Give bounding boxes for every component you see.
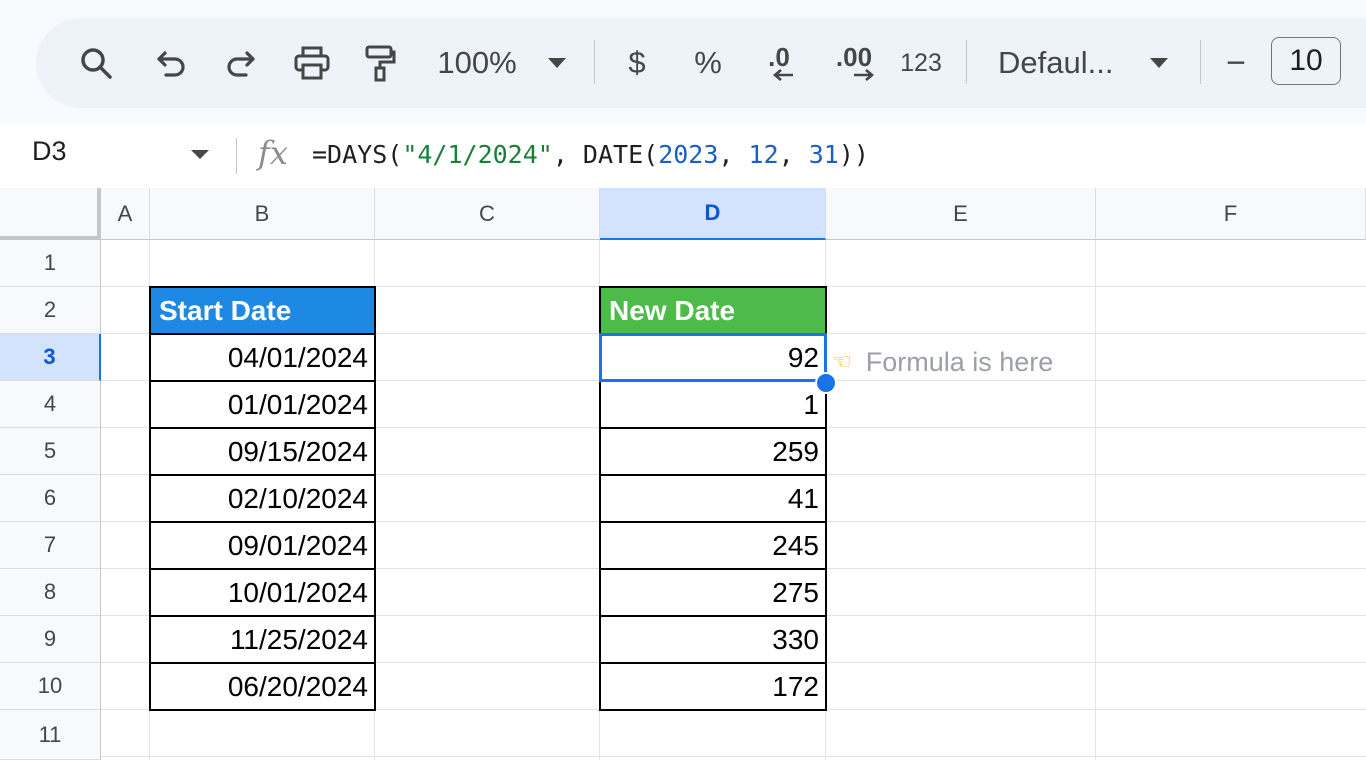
start-date-cell[interactable]: 02/10/2024 (149, 474, 376, 523)
new-date-cell[interactable]: 172 (599, 662, 827, 711)
formula-part: 31 (808, 140, 839, 169)
function-icon: fx (258, 134, 288, 172)
decrease-decimal-label: .0 (768, 42, 790, 72)
new-date-cell[interactable]: 259 (599, 427, 827, 476)
percent-format-button[interactable]: % (690, 36, 726, 90)
start-date-cell[interactable]: 11/25/2024 (149, 615, 376, 664)
new-date-cell[interactable]: 1 (599, 380, 827, 429)
start-date-header[interactable]: Start Date (149, 286, 376, 335)
paint-format-icon[interactable] (358, 36, 402, 90)
start-date-cell[interactable]: 09/15/2024 (149, 427, 376, 476)
formula-part: , DATE( (552, 140, 659, 169)
gridline (1095, 240, 1096, 760)
chevron-down-icon[interactable] (544, 36, 570, 90)
row-header-4[interactable]: 4 (0, 381, 101, 428)
formula-part: , (718, 140, 749, 169)
font-select[interactable]: Defaul... (998, 36, 1120, 90)
new-date-cell[interactable]: 330 (599, 615, 827, 664)
toolbar-divider (966, 40, 967, 84)
column-header-d[interactable]: D (600, 188, 826, 240)
start-date-cell[interactable]: 04/01/2024 (149, 333, 376, 382)
annotation-note: ☜ Formula is here (832, 344, 1053, 380)
select-all-corner[interactable] (0, 188, 101, 240)
arrow-right-icon (854, 69, 874, 81)
arrow-left-icon (773, 69, 793, 81)
new-date-cell[interactable]: 41 (599, 474, 827, 523)
formula-input[interactable]: =DAYS("4/1/2024", DATE(2023, 12, 31)) (312, 140, 869, 169)
search-icon[interactable] (74, 36, 118, 90)
increase-decimal-label: .00 (835, 42, 873, 72)
formula-bar-divider (236, 138, 237, 174)
column-header-f[interactable]: F (1096, 188, 1366, 240)
row-header-3[interactable]: 3 (0, 334, 101, 381)
formula-part: 2023 (658, 140, 719, 169)
start-date-cell[interactable]: 09/01/2024 (149, 521, 376, 570)
formula-part: "4/1/2024" (402, 140, 553, 169)
gridline (101, 756, 1366, 757)
row-header-11[interactable]: 11 (0, 710, 101, 760)
print-icon[interactable] (288, 36, 336, 90)
undo-icon[interactable] (150, 36, 194, 90)
annotation-text: Formula is here (865, 346, 1054, 377)
name-box[interactable]: D3 (32, 136, 67, 167)
decrease-decimal-button[interactable]: .0 (754, 36, 804, 90)
row-header-6[interactable]: 6 (0, 475, 101, 522)
zoom-select[interactable]: 100% (432, 36, 522, 90)
row-header-5[interactable]: 5 (0, 428, 101, 475)
start-date-cell[interactable]: 06/20/2024 (149, 662, 376, 711)
chevron-down-icon[interactable] (191, 150, 209, 159)
font-size-input[interactable]: 10 (1271, 37, 1341, 85)
row-header-10[interactable]: 10 (0, 663, 101, 710)
pointing-hand-icon: ☜ (832, 349, 852, 374)
increase-decimal-button[interactable]: .00 (826, 36, 882, 90)
column-header-b[interactable]: B (150, 188, 375, 240)
formula-part: )) (838, 140, 869, 169)
chevron-down-icon[interactable] (1146, 36, 1172, 90)
row-header-1[interactable]: 1 (0, 240, 101, 287)
start-date-cell[interactable]: 01/01/2024 (149, 380, 376, 429)
column-header-e[interactable]: E (826, 188, 1096, 240)
row-header-7[interactable]: 7 (0, 522, 101, 569)
toolbar: 100% $ % .0 .00 123 Defaul... − 10 (36, 18, 1366, 108)
new-date-cell[interactable]: 275 (599, 568, 827, 617)
new-date-cell[interactable]: 245 (599, 521, 827, 570)
sheet-grid: A B C D E F 1 2 3 4 5 6 7 8 9 10 11 Star… (0, 188, 1366, 760)
column-header-a[interactable]: A (101, 188, 150, 240)
toolbar-divider (594, 40, 595, 84)
formula-part: , (778, 140, 809, 169)
row-header-2[interactable]: 2 (0, 287, 101, 334)
row-header-8[interactable]: 8 (0, 569, 101, 616)
number-format-button[interactable]: 123 (896, 36, 946, 90)
toolbar-divider (1200, 40, 1201, 84)
row-header-9[interactable]: 9 (0, 616, 101, 663)
currency-format-button[interactable]: $ (620, 36, 654, 90)
decrease-font-size-button[interactable]: − (1220, 36, 1252, 90)
start-date-cell[interactable]: 10/01/2024 (149, 568, 376, 617)
new-date-cell[interactable]: 92 (599, 333, 827, 382)
formula-part: =DAYS( (312, 140, 403, 169)
redo-icon[interactable] (218, 36, 262, 90)
formula-bar: D3 fx =DAYS("4/1/2024", DATE(2023, 12, 3… (0, 124, 1366, 188)
new-date-header[interactable]: New Date (599, 286, 827, 335)
column-header-c[interactable]: C (375, 188, 600, 240)
formula-part: 12 (748, 140, 779, 169)
